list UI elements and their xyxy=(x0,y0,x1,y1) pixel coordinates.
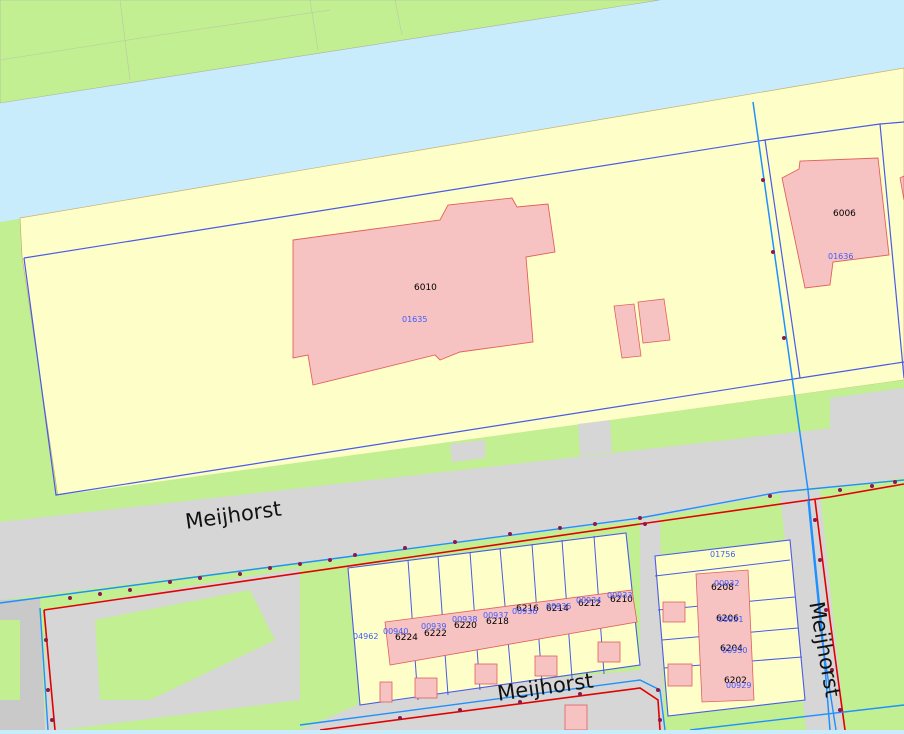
parcel-id: 00932 xyxy=(714,579,740,588)
parcel-id: 00930 xyxy=(722,646,748,655)
parcel-id: 00939 xyxy=(421,622,447,631)
parcel-id: 00933 xyxy=(607,591,633,600)
map-view[interactable]: Meijhorst Meijhorst Meijhorst 6010 6006 … xyxy=(0,0,904,731)
parcel-id: 00937 xyxy=(483,611,509,620)
parcel-id: 01636 xyxy=(828,252,854,261)
parcel-id: 04962 xyxy=(353,632,379,641)
parcel-id: 00940 xyxy=(383,627,409,636)
house-number: 6006 xyxy=(833,209,856,219)
parcel-id: 00931 xyxy=(718,615,744,624)
parcel-id: 00936 xyxy=(512,607,538,616)
parcel-id: 01756 xyxy=(710,550,736,559)
parcel-id: 00929 xyxy=(726,681,752,690)
house-number: 6010 xyxy=(414,283,437,293)
parcel-id: 00934 xyxy=(576,596,602,605)
parcel-id: 00935 xyxy=(546,602,572,611)
building-shed-2 xyxy=(637,298,671,344)
parcel-id: 01635 xyxy=(402,315,428,324)
parcel-id: 00938 xyxy=(452,615,478,624)
house-number: 6222 xyxy=(424,629,447,639)
